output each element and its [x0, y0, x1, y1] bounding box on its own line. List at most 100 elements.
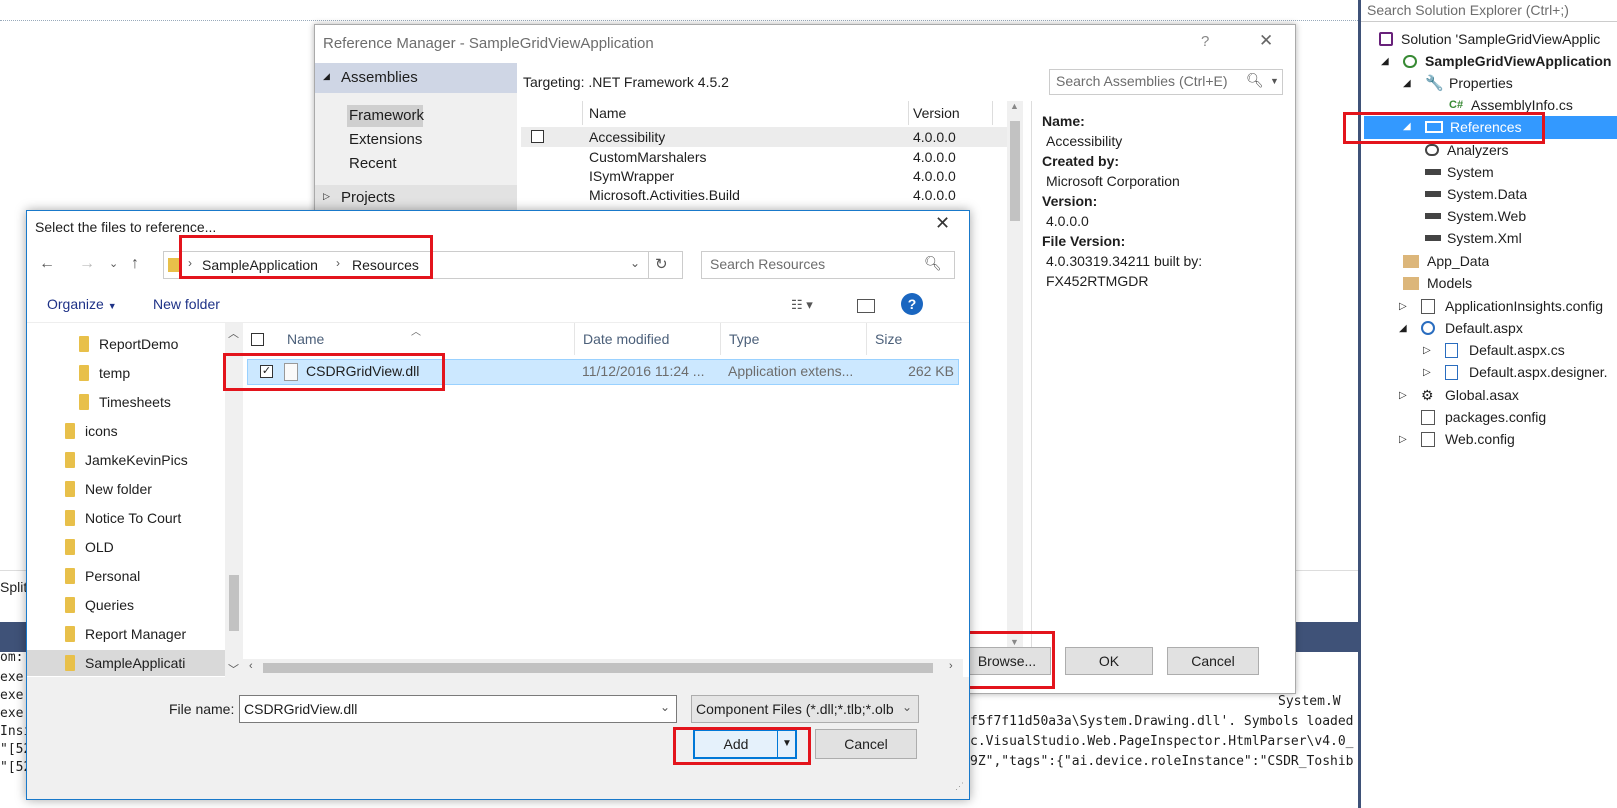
assembly-row[interactable]: ISymWrapper 4.0.0.0 [521, 166, 1009, 186]
file-list-hscrollbar[interactable]: ‹ › [243, 659, 963, 677]
file-search-input[interactable]: Search Resources 🔍︎ [701, 251, 955, 279]
expand-arrow-icon[interactable]: ▷ [1423, 339, 1431, 362]
nav-folder-item[interactable]: Report Manager [27, 621, 225, 647]
scroll-left-icon[interactable]: ‹ [249, 660, 253, 672]
folder-icon [65, 568, 75, 584]
nav-folder-item[interactable]: icons [27, 418, 225, 444]
assembly-row[interactable]: Accessibility 4.0.0.0 [521, 127, 1009, 147]
expand-arrow-icon[interactable]: ▷ [1399, 384, 1407, 407]
nav-folder-item[interactable]: OLD [27, 534, 225, 560]
expand-arrow-icon[interactable]: ▷ [1399, 295, 1407, 318]
file-name-input[interactable]: CSDRGridView.dll ⌄ [239, 695, 677, 723]
output-line: 9Z","tags":{"ai.device.roleInstance":"CS… [970, 754, 1354, 769]
refresh-icon[interactable]: ↻ [648, 252, 668, 278]
organize-button[interactable]: Organize ▼ [47, 296, 117, 312]
version-column-header[interactable]: Version [909, 101, 993, 125]
expand-arrow-icon[interactable]: ▷ [1399, 428, 1407, 451]
collapse-arrow-icon[interactable]: ◢ [1381, 50, 1389, 73]
nav-folder-item[interactable]: ReportDemo [27, 331, 225, 357]
assembly-icon [1425, 235, 1441, 241]
search-icon[interactable]: 🔍︎ [1246, 72, 1264, 89]
size-column-header[interactable]: Size [867, 323, 957, 355]
assembly-icon [1425, 191, 1441, 197]
search-icon[interactable]: 🔍︎ [924, 255, 942, 272]
scroll-thumb[interactable] [229, 575, 239, 631]
cancel-button[interactable]: Cancel [815, 729, 917, 759]
close-button[interactable]: ✕ [1259, 31, 1273, 51]
date-column-header[interactable]: Date modified [575, 323, 721, 355]
add-highlight-box [673, 727, 811, 765]
tree-item-label: Models [1427, 275, 1473, 291]
file-type: Application extens... [728, 363, 854, 379]
chevron-down-icon[interactable]: ⌄ [630, 256, 640, 270]
file-type-filter[interactable]: Component Files (*.dll;*.tlb;*.olb ⌄ [691, 695, 919, 723]
nav-projects[interactable]: ▷ Projects [315, 185, 517, 211]
file-icon [1445, 365, 1458, 380]
chevron-down-icon[interactable]: ⌄ [902, 700, 912, 714]
nav-folder-item[interactable]: SampleApplicati [27, 650, 225, 676]
scroll-up-icon[interactable]: ▲ [1010, 101, 1019, 111]
assembly-name: ISymWrapper [589, 168, 675, 184]
nav-folder-item[interactable]: Queries [27, 592, 225, 618]
nav-folder-item[interactable]: Notice To Court [27, 505, 225, 531]
assembly-version: 4.0.0.0 [913, 168, 956, 184]
help-button[interactable]: ? [1201, 33, 1209, 50]
collapse-arrow-icon[interactable]: ◢ [1399, 317, 1407, 340]
assembly-name: CustomMarshalers [589, 149, 707, 165]
output-line: c.VisualStudio.Web.PageInspector.HtmlPar… [970, 734, 1354, 749]
assembly-details: Name: Accessibility Created by: Microsof… [1031, 101, 1281, 661]
folder-icon [65, 423, 75, 439]
nav-folder-label: ReportDemo [99, 336, 179, 352]
forward-arrow-icon[interactable]: → [79, 255, 95, 273]
expand-arrow-icon[interactable]: ▷ [1423, 361, 1431, 384]
cancel-button[interactable]: Cancel [1167, 647, 1259, 675]
assembly-checkbox[interactable] [531, 130, 544, 143]
nav-folder-label: Queries [85, 597, 135, 613]
recent-locations-icon[interactable]: ⌄ [109, 257, 118, 270]
nav-extensions[interactable]: Extensions [349, 131, 422, 148]
nav-recent[interactable]: Recent [349, 155, 397, 172]
assembly-row[interactable]: Microsoft.Activities.Build 4.0.0.0 [521, 185, 1009, 205]
ok-button[interactable]: OK [1065, 647, 1153, 675]
view-options-icon[interactable]: ☷ ▾ [791, 297, 813, 313]
folder-navigation-pane: ReportDemo temp Timesheets icons JamkeKevinP… [27, 323, 225, 689]
new-folder-button[interactable]: New folder [153, 296, 220, 312]
solution-search-input[interactable]: Search Solution Explorer (Ctrl+;) [1361, 0, 1617, 22]
grid-scrollbar[interactable]: ▲ ▼ [1007, 101, 1023, 651]
select-all-checkbox[interactable] [251, 333, 264, 346]
detail-label: Version: [1042, 193, 1098, 209]
preview-pane-icon[interactable] [857, 299, 875, 313]
scroll-thumb[interactable] [1010, 121, 1020, 221]
back-arrow-icon[interactable]: ← [39, 255, 55, 273]
nav-folder-item[interactable]: JamkeKevinPics [27, 447, 225, 473]
close-button[interactable]: ✕ [935, 213, 950, 234]
name-column-header[interactable]: Name [277, 323, 575, 355]
file-name-value: CSDRGridView.dll [244, 701, 358, 717]
help-icon[interactable]: ? [901, 293, 923, 315]
nav-folder-item[interactable]: Personal [27, 563, 225, 589]
collapse-arrow-icon[interactable]: ◢ [1403, 72, 1411, 95]
chevron-down-icon[interactable]: ▼ [1270, 76, 1279, 86]
scroll-thumb[interactable] [263, 663, 933, 673]
scroll-up-icon[interactable]: ︿ [228, 325, 239, 341]
scroll-down-icon[interactable]: ﹀ [228, 661, 239, 677]
tree-item-label: System.Data [1447, 186, 1528, 202]
up-arrow-icon[interactable]: ↑ [131, 255, 139, 273]
targeting-label: Targeting: .NET Framework 4.5.2 [523, 74, 729, 90]
scroll-right-icon[interactable]: › [949, 660, 953, 672]
nav-folder-item[interactable]: temp [27, 360, 225, 386]
nav-folder-item[interactable]: Timesheets [27, 389, 225, 415]
type-column-header[interactable]: Type [721, 323, 867, 355]
name-column-header[interactable]: Name [583, 101, 909, 125]
nav-folder-label: New folder [85, 481, 152, 497]
nav-folder-item[interactable]: New folder [27, 476, 225, 502]
nav-assemblies[interactable]: ◢ Assemblies [315, 63, 517, 93]
resize-grip-icon[interactable]: ⋰ [955, 781, 964, 792]
nav-folder-label: OLD [85, 539, 114, 555]
assembly-search-input[interactable]: Search Assemblies (Ctrl+E) 🔍︎ ▼ [1049, 69, 1283, 95]
tree-item-label: Default.aspx.designer. [1469, 364, 1608, 380]
nav-framework[interactable]: Framework [347, 105, 424, 127]
assembly-row[interactable]: CustomMarshalers 4.0.0.0 [521, 147, 1009, 167]
tree-item-label: System.Xml [1447, 230, 1522, 246]
chevron-down-icon[interactable]: ⌄ [660, 700, 670, 714]
